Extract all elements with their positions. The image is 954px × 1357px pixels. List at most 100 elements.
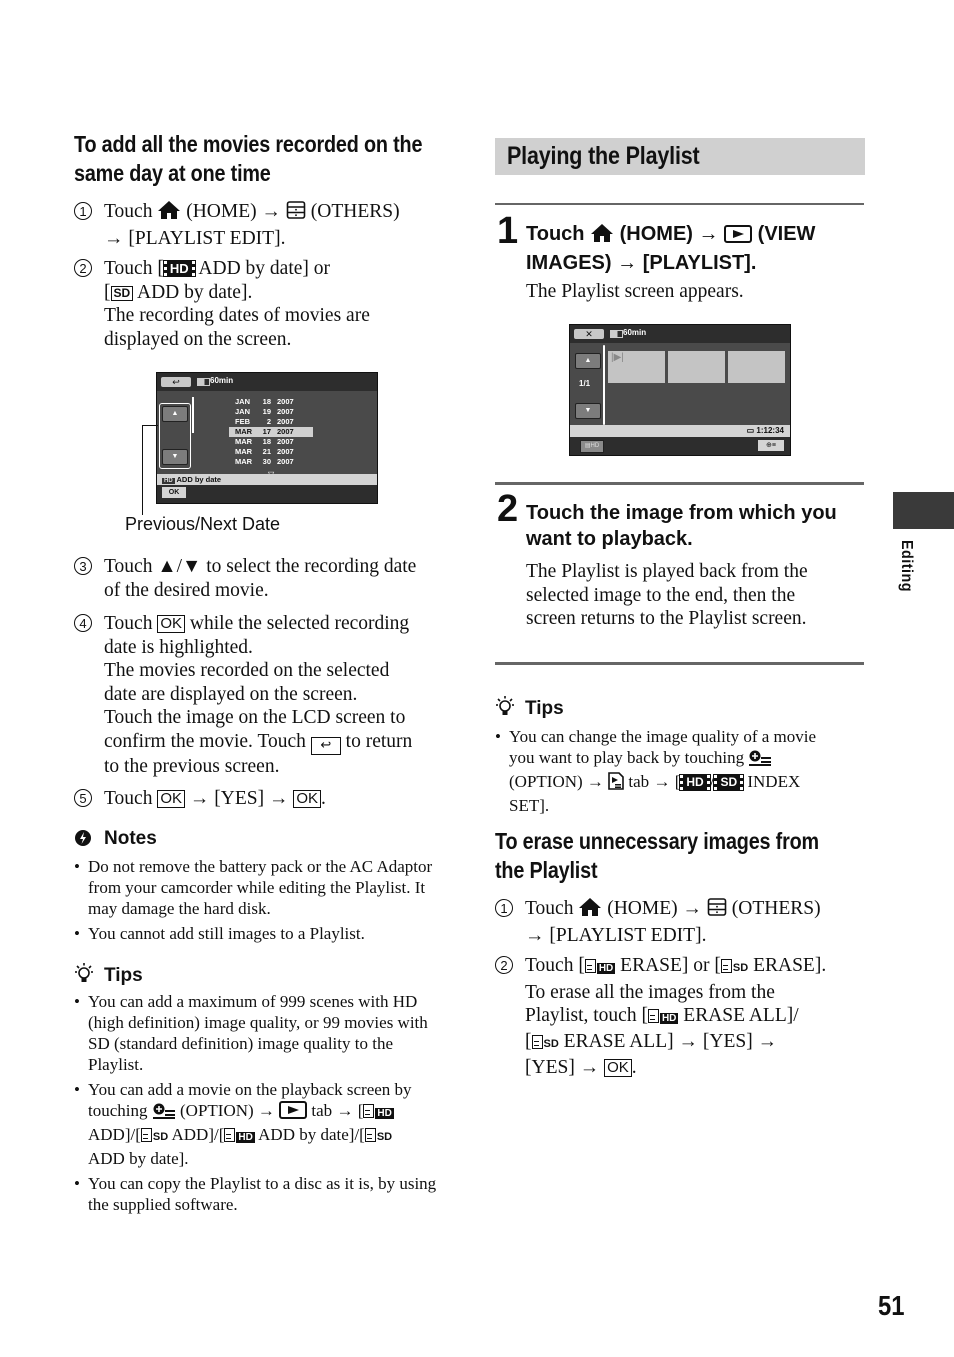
divider xyxy=(495,203,864,205)
tip-text: ADD]/[ xyxy=(171,1125,225,1144)
date-row[interactable]: MAR 21 2007 xyxy=(235,447,315,457)
step-text: To erase all the images from the xyxy=(525,981,775,1003)
page-up-button[interactable]: ▲ xyxy=(575,353,601,369)
step-1-description: The Playlist screen appears. xyxy=(526,281,744,302)
date-month: MAR xyxy=(235,457,253,466)
notes-heading: Notes xyxy=(74,828,157,852)
section-title-bar: Playing the Playlist xyxy=(495,138,865,175)
date-day: 18 xyxy=(262,437,271,446)
step-text: date are displayed on the screen. xyxy=(104,683,358,705)
playlist-hd-icon: HD xyxy=(647,1006,679,1030)
step-text: Touch [ xyxy=(525,955,585,976)
chapter-tab xyxy=(893,492,954,529)
step-number: 3 xyxy=(74,557,92,575)
date-row[interactable]: MAR 18 2007 xyxy=(235,437,315,447)
arrow-icon: → xyxy=(189,788,210,809)
page-number: 51 xyxy=(878,1290,905,1321)
step-number: 4 xyxy=(74,614,92,632)
previous-date-button[interactable]: ▲ xyxy=(162,406,188,422)
date-row[interactable]: JAN 19 2007 xyxy=(235,407,315,417)
hd-icon: HD xyxy=(162,260,196,277)
step-text: (OTHERS) xyxy=(310,201,400,222)
date-row[interactable]: MAR 30 2007 xyxy=(235,457,315,467)
step-2-description: The Playlist is played back from the sel… xyxy=(526,560,866,631)
arrow-icon: → xyxy=(336,1101,354,1120)
sd-index-icon: SD xyxy=(713,774,745,791)
next-date-button[interactable]: ▼ xyxy=(162,449,188,465)
step-text: want to playback. xyxy=(526,528,693,550)
home-icon xyxy=(578,897,602,924)
back-button[interactable]: ↩ xyxy=(161,377,191,387)
playlist-sd-icon: SD xyxy=(720,956,748,981)
tips-list: You can change the image quality of a mo… xyxy=(495,726,865,820)
option-icon xyxy=(748,750,772,771)
step-text: [PLAYLIST EDIT]. xyxy=(549,924,707,946)
tip-text: SET]. xyxy=(509,796,550,815)
step-1: 1 Touch (HOME) → (OTHERS) → [PLAYLIST ED… xyxy=(74,200,454,250)
ok-button-icon: OK xyxy=(157,615,186,633)
step-2: 2 Touch [HD ADD by date] or [SD ADD by d… xyxy=(74,257,454,357)
heading-line: the Playlist xyxy=(495,857,598,883)
step-text: IMAGES) xyxy=(526,252,612,274)
view-images-icon xyxy=(724,224,753,250)
date-day: 2 xyxy=(266,417,271,426)
step-text: [PLAYLIST EDIT]. xyxy=(128,227,286,249)
ok-button-icon: OK xyxy=(604,1059,632,1077)
notes-title: Notes xyxy=(104,828,157,849)
step-text: while the selected recording xyxy=(189,613,410,634)
ok-button-icon: OK xyxy=(157,790,186,808)
tip-text: (OPTION) xyxy=(509,772,583,791)
thumbnail[interactable] xyxy=(668,351,725,383)
lcd-date-select-screen: ↩ 60min ▲ ▼ JAN 18 2007 JAN 19 2007 FEB 2 2007 MA… xyxy=(156,372,378,504)
others-icon xyxy=(286,200,306,227)
step-text: Touch ▲/▼ to select the recording date xyxy=(104,556,417,577)
step-1-heading: Touch (HOME) → (VIEW IMAGES) → [PLAYLIST… xyxy=(526,221,866,276)
option-button[interactable]: ⊕≡ xyxy=(758,440,784,451)
arrow-icon: → xyxy=(525,924,545,946)
scrollbar[interactable] xyxy=(603,345,605,425)
step-text: Touch [ xyxy=(104,258,164,279)
desc-line: The Playlist is played back from the xyxy=(526,561,808,582)
step-text: . xyxy=(631,1057,637,1078)
hd-playlist-button[interactable]: ▤HD xyxy=(580,440,604,453)
playlist-hd-icon: HD xyxy=(584,956,616,980)
date-month: MAR xyxy=(235,437,253,446)
note-item: Do not remove the battery pack or the AC… xyxy=(74,856,444,919)
notes-list: Do not remove the battery pack or the AC… xyxy=(74,856,444,948)
date-row-selected[interactable]: MAR 17 2007 xyxy=(229,427,313,437)
callout-line xyxy=(142,425,144,515)
page-indicator: 1/1 xyxy=(579,379,591,388)
lcd-status-bar: ▭ 1:12:34 xyxy=(570,425,790,437)
date-row[interactable]: JAN 18 2007 xyxy=(235,397,315,407)
date-month: JAN xyxy=(235,397,251,406)
hd-index-icon: HD xyxy=(679,774,711,791)
arrow-icon: → xyxy=(104,227,124,249)
play-tab-icon xyxy=(279,1101,308,1124)
date-year: 2007 xyxy=(277,457,294,466)
close-button[interactable]: ✕ xyxy=(574,329,604,339)
step-text: (HOME) xyxy=(607,898,678,919)
thumbnail[interactable] xyxy=(728,351,785,383)
lcd-ok-button[interactable]: OK xyxy=(162,487,186,498)
step-text: . xyxy=(321,788,326,809)
date-month: FEB xyxy=(235,417,250,426)
date-row[interactable]: FEB 2 2007 xyxy=(235,417,315,427)
play-start-icon: |▶| xyxy=(611,352,624,363)
date-year: 2007 xyxy=(277,417,294,426)
date-month: JAN xyxy=(235,407,251,416)
battery-icon xyxy=(610,330,623,338)
scrollbar[interactable] xyxy=(192,397,194,433)
hd-icon: HD xyxy=(162,478,175,484)
page-down-button[interactable]: ▼ xyxy=(575,403,601,419)
home-icon xyxy=(590,223,614,250)
date-year: 2007 xyxy=(277,397,294,406)
tip-text: (OPTION) xyxy=(180,1101,254,1120)
step-text: of the desired movie. xyxy=(104,579,269,601)
thumbnail[interactable]: |▶| xyxy=(608,351,665,383)
note-item: You cannot add still images to a Playlis… xyxy=(74,923,444,944)
step-text: [PLAYLIST]. xyxy=(642,252,757,274)
ok-button-icon: OK xyxy=(293,790,322,808)
tip-text: INDEX xyxy=(747,772,801,791)
sd-icon: SD xyxy=(110,285,134,301)
lightbulb-icon xyxy=(74,962,94,989)
